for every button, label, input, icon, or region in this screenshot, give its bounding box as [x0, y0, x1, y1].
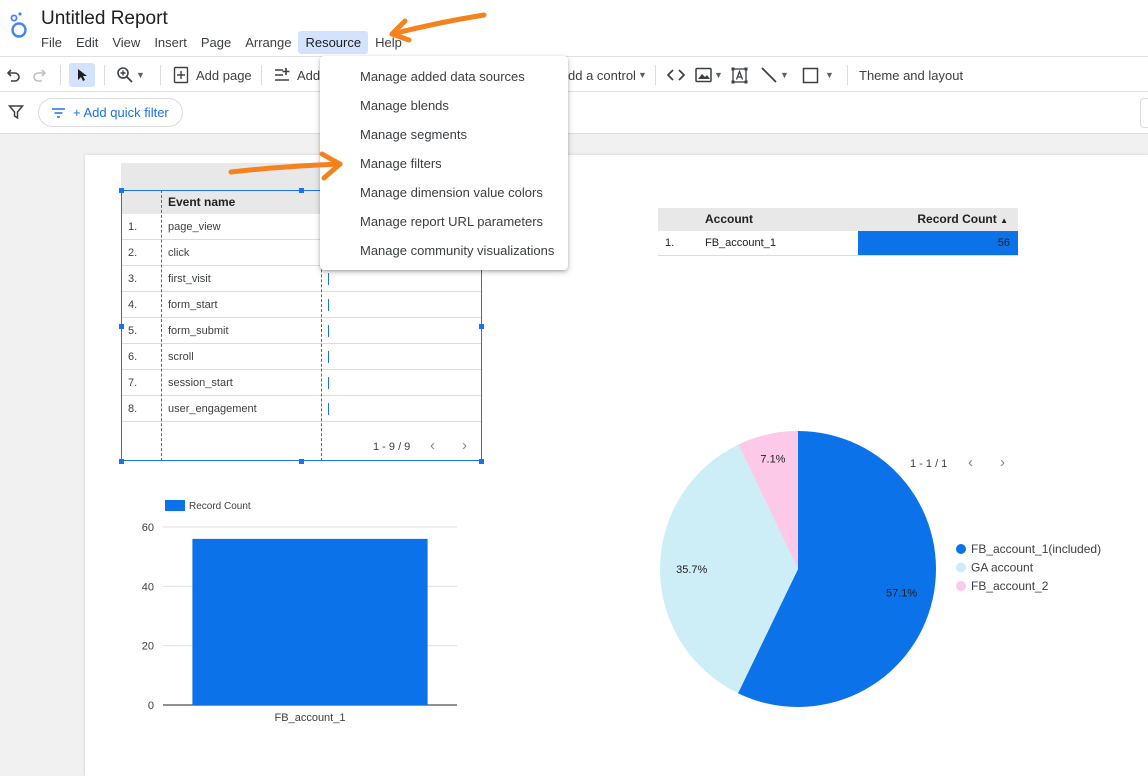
- legend-label[interactable]: FB_account_2: [971, 579, 1049, 593]
- menu-item-manage-url-parameters[interactable]: Manage report URL parameters: [320, 207, 568, 236]
- bar-chart[interactable]: 0 20 40 60 FB_account_1 Record Count: [142, 500, 457, 724]
- pie-chart[interactable]: 57.1% 35.7% 7.1% FB_account_1(included) GA a…: [660, 431, 1101, 707]
- menu-item-manage-data-sources[interactable]: Manage added data sources: [320, 62, 568, 91]
- legend-label[interactable]: Record Count: [189, 501, 251, 512]
- pie-data-label: 7.1%: [760, 454, 785, 466]
- legend-swatch: [956, 544, 966, 554]
- y-tick-label: 40: [142, 581, 154, 593]
- menu-item-manage-segments[interactable]: Manage segments: [320, 120, 568, 149]
- legend-swatch: [956, 581, 966, 591]
- legend-swatch: [956, 562, 966, 573]
- bar[interactable]: [192, 538, 428, 705]
- chevron-left-icon[interactable]: ‹: [968, 454, 973, 471]
- charts-layer: 0 20 40 60 FB_account_1 Record Count 57.1% 35.…: [142, 431, 1101, 724]
- pie-pager-label: 1 - 1 / 1: [910, 458, 948, 470]
- resource-menu: Manage added data sources Manage blends …: [320, 56, 568, 270]
- y-tick-label: 60: [142, 522, 154, 534]
- legend-label[interactable]: FB_account_1(included): [971, 542, 1101, 556]
- menu-item-manage-blends[interactable]: Manage blends: [320, 91, 568, 120]
- menu-item-manage-filters[interactable]: Manage filters: [320, 149, 568, 178]
- chevron-right-icon[interactable]: ›: [1000, 454, 1005, 471]
- legend-swatch: [165, 500, 185, 511]
- menu-item-manage-community-visualizations[interactable]: Manage community visualizations: [320, 236, 568, 265]
- y-tick-label: 0: [148, 700, 154, 712]
- pie-data-label: 35.7%: [676, 564, 707, 576]
- y-tick-label: 20: [142, 641, 154, 653]
- pie-data-label: 57.1%: [886, 588, 917, 600]
- legend-label[interactable]: GA account: [971, 561, 1034, 575]
- menu-item-manage-dimension-colors[interactable]: Manage dimension value colors: [320, 178, 568, 207]
- x-tick-label: FB_account_1: [275, 712, 346, 724]
